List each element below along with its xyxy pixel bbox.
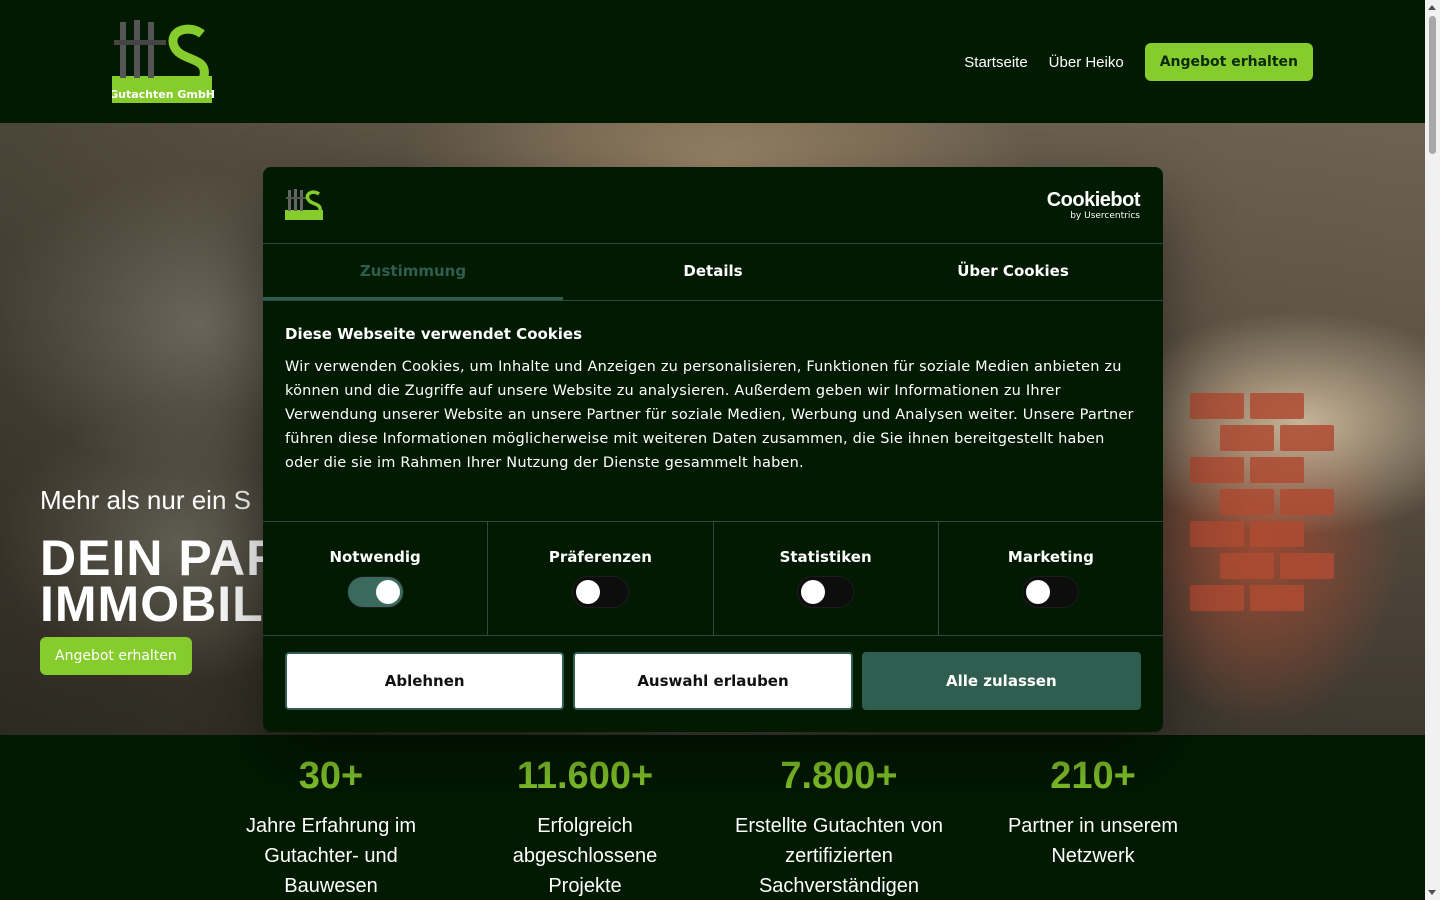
cookie-buttons: Ablehnen Auswahl erlauben Alle zulassen: [263, 636, 1163, 726]
hero-cta-button[interactable]: Angebot erhalten: [40, 637, 192, 675]
allow-all-button[interactable]: Alle zulassen: [861, 652, 1141, 710]
stat-value: 11.600+: [516, 755, 654, 797]
nav-link-startseite[interactable]: Startseite: [964, 54, 1027, 71]
cookie-tabs: Zustimmung Details Über Cookies: [263, 244, 1163, 301]
toggle-notwendig: Notwendig: [263, 522, 489, 635]
logo-text: Gutachten GmbH: [112, 88, 214, 101]
stat-item: 210+ Partner in unserem Netzwerk: [983, 735, 1203, 871]
praeferenzen-switch[interactable]: [571, 576, 629, 608]
tab-zustimmung[interactable]: Zustimmung: [263, 244, 563, 300]
cookiebot-name: Cookiebot: [1046, 189, 1141, 211]
stat-item: 11.600+ Erfolgreich abgeschlossene Proje…: [475, 735, 695, 900]
tab-details[interactable]: Details: [563, 244, 863, 300]
allow-selection-button[interactable]: Auswahl erlauben: [573, 652, 853, 710]
toggle-label: Präferenzen: [548, 548, 652, 566]
stat-item: 30+ Jahre Erfahrung im Gutachter- und Ba…: [221, 735, 441, 900]
company-logo[interactable]: Gutachten GmbH: [109, 18, 215, 104]
hero-title: DEIN PAR IMMOBIL: [40, 530, 284, 632]
stat-label: Erstellte Gutachten von zertifizierten S…: [735, 815, 943, 897]
hero-subtitle: Mehr als nur ein S: [40, 485, 251, 515]
toggle-praeferenzen: Präferenzen: [488, 522, 714, 635]
cookie-dialog-header: Cookiebot by Usercentrics: [263, 167, 1163, 244]
header-cta-button[interactable]: Angebot erhalten: [1144, 43, 1313, 81]
stat-value: 210+: [1050, 755, 1136, 797]
statistiken-switch[interactable]: [797, 576, 855, 608]
cookiebot-by: by Usercentrics: [1070, 211, 1140, 221]
stat-label: Erfolgreich abgeschlossene Projekte: [512, 815, 658, 897]
toggle-label: Statistiken: [779, 548, 872, 566]
page-scrollbar[interactable]: [1425, 0, 1440, 900]
scrollbar-thumb[interactable]: [1429, 16, 1436, 154]
toggle-label: Notwendig: [329, 548, 421, 566]
cookie-body: Diese Webseite verwendet Cookies Wir ver…: [263, 301, 1163, 522]
toggle-marketing: Marketing: [939, 522, 1163, 635]
notwendig-switch[interactable]: [346, 576, 404, 608]
stat-label: Jahre Erfahrung im Gutachter- und Bauwes…: [245, 815, 417, 897]
hero-title-line1: DEIN PAR: [40, 530, 284, 586]
cookie-category-toggles: Notwendig Präferenzen Statistiken Market…: [263, 522, 1163, 636]
cookiebot-brand[interactable]: Cookiebot by Usercentrics: [1046, 189, 1141, 222]
stat-item: 7.800+ Erstellte Gutachten von zertifizi…: [729, 735, 949, 900]
nav-link-ueber-heiko[interactable]: Über Heiko: [1049, 54, 1124, 71]
toggle-label: Marketing: [1007, 548, 1094, 566]
hero-title-line2: IMMOBIL: [40, 576, 264, 632]
stats-section: 30+ Jahre Erfahrung im Gutachter- und Ba…: [0, 735, 1425, 900]
stat-label: Partner in unserem Netzwerk: [1007, 815, 1179, 867]
scroll-up-arrow-icon[interactable]: [1428, 5, 1436, 10]
cookie-company-logo: [285, 188, 323, 220]
cookie-consent-dialog: Cookiebot by Usercentrics Zustimmung Det…: [263, 167, 1163, 732]
cookie-title: Diese Webseite verwendet Cookies: [285, 325, 583, 343]
stat-value: 7.800+: [780, 755, 898, 797]
scroll-down-arrow-icon[interactable]: [1428, 890, 1436, 895]
main-nav: Startseite Über Heiko Angebot erhalten: [964, 43, 1313, 81]
stat-value: 30+: [298, 755, 364, 797]
site-header: Gutachten GmbH Startseite Über Heiko Ang…: [0, 0, 1425, 123]
cookie-description: Wir verwenden Cookies, um Inhalte und An…: [285, 359, 1134, 471]
tab-ueber-cookies[interactable]: Über Cookies: [863, 244, 1163, 300]
decline-button[interactable]: Ablehnen: [285, 652, 565, 710]
marketing-switch[interactable]: [1022, 576, 1080, 608]
toggle-statistiken: Statistiken: [714, 522, 939, 635]
